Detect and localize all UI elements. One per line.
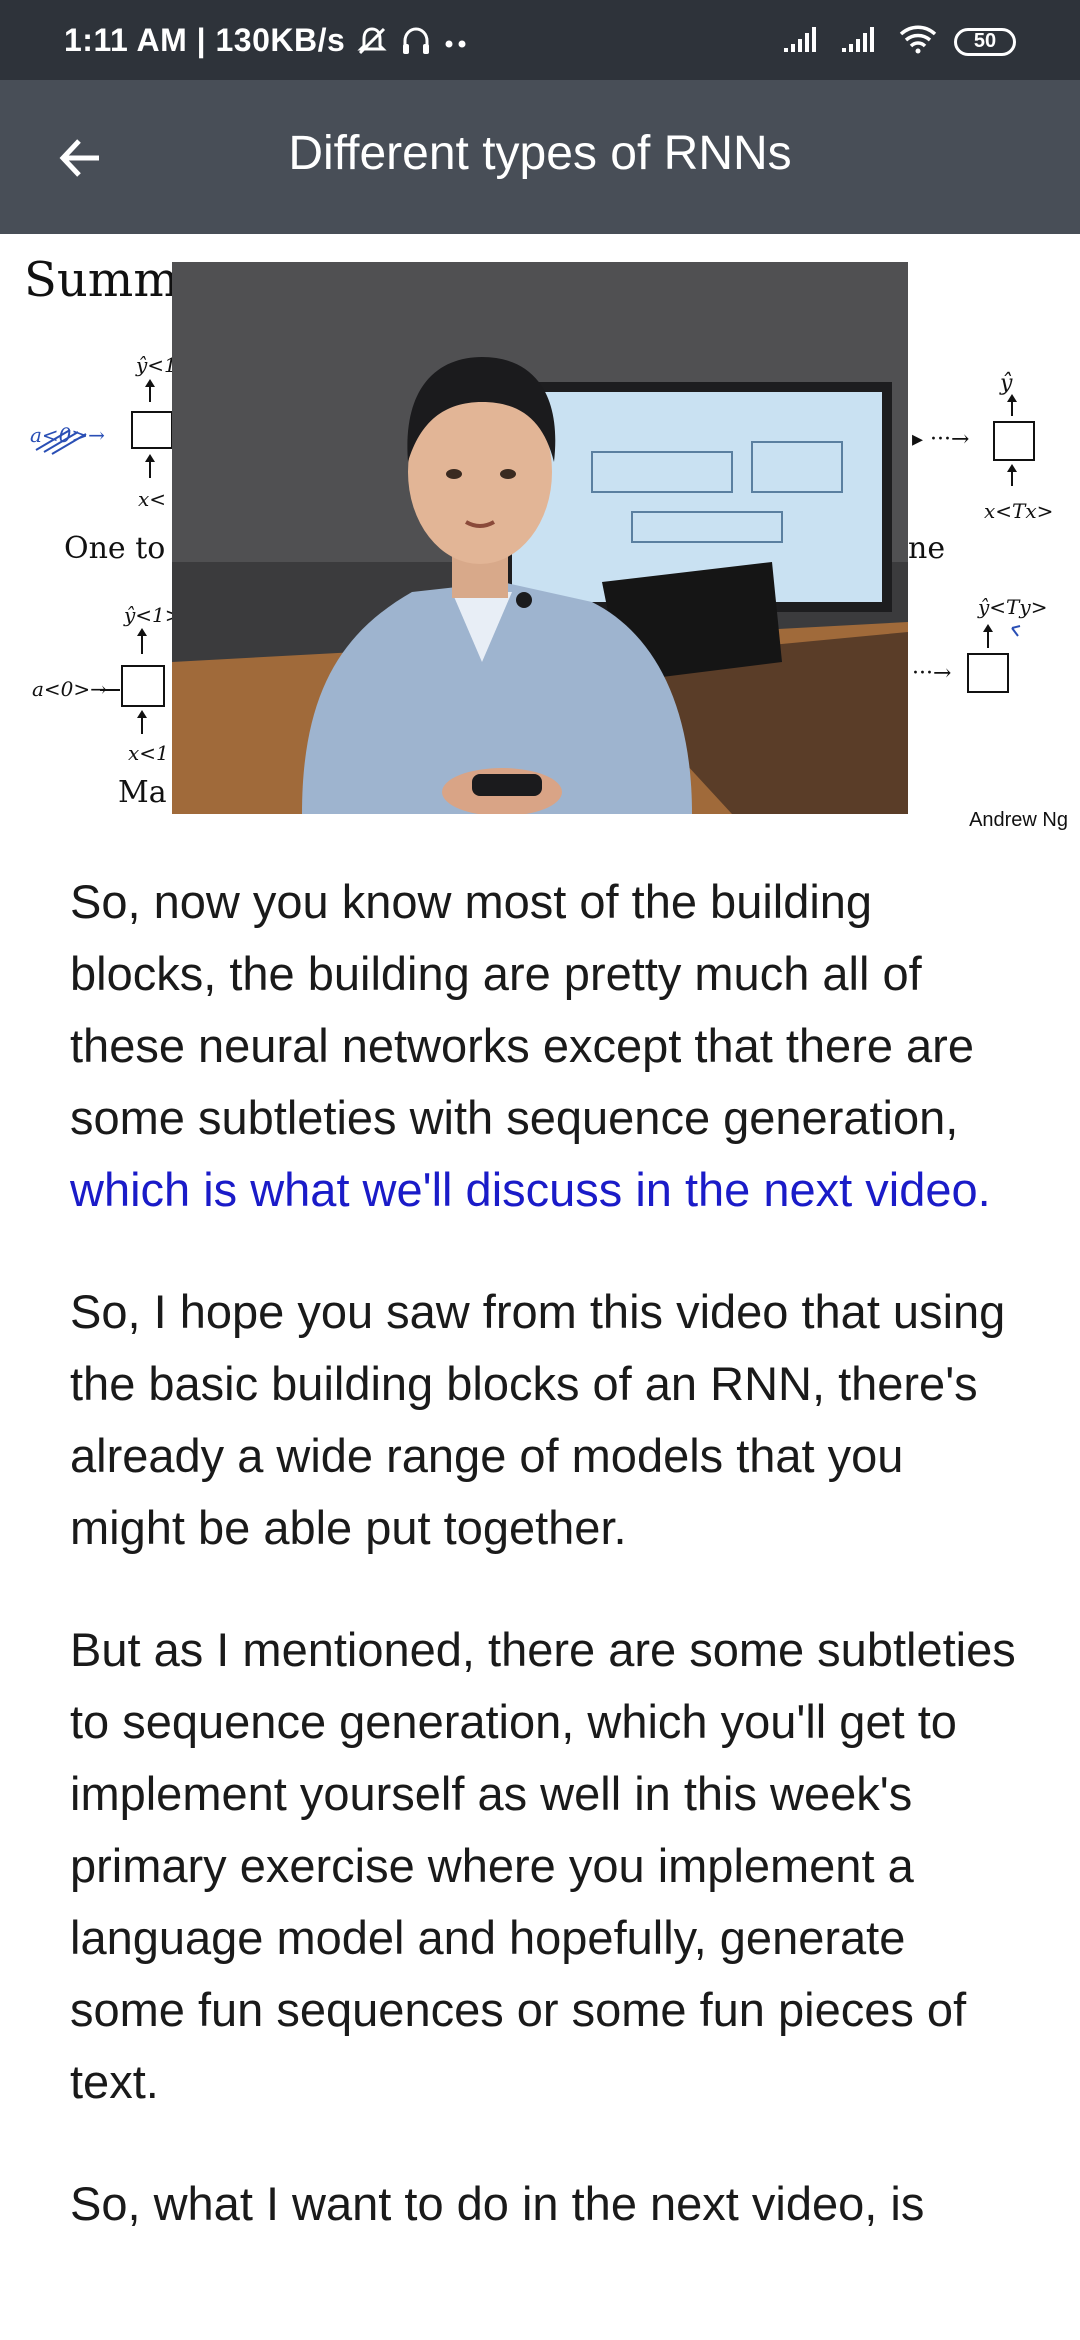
presenter-video[interactable] [172,262,908,814]
transcript-paragraph: But as I mentioned, there are some subtl… [70,1614,1030,2118]
svg-text:x<1: x<1 [128,741,169,765]
signal-icon [840,24,882,59]
svg-text:···→: ···→ [912,661,951,686]
transcript-text[interactable]: So, I hope you saw from this video that … [70,1285,1005,1554]
slide-diagram-right: ŷ ▸ ···→ x<Tx> ne ŷ<Ty> ···→ [908,371,1053,693]
svg-text:ŷ<1: ŷ<1 [135,353,177,377]
status-time-speed: 1:11 AM | 130KB/s [64,22,346,58]
svg-text:x<: x< [138,487,166,511]
transcript-text[interactable]: So, what I want to do in the next video,… [70,2177,924,2230]
transcript: So, now you know most of the building bl… [70,846,1030,2290]
transcript-paragraph: So, what I want to do in the next video,… [70,2168,1030,2240]
status-left: 1:11 AM | 130KB/s [64,22,469,59]
svg-text:a<0>→: a<0>→ [30,423,105,447]
slide-credit: Andrew Ng [969,809,1068,831]
svg-text:x<Tx>: x<Tx> [984,499,1053,523]
wifi-icon [898,24,938,59]
headset-icon [399,24,433,58]
svg-text:a<0>→: a<0>→ [32,677,107,701]
slide-label-one-to: One to [64,531,165,566]
transcript-text[interactable]: So, now you know most of the building bl… [70,875,974,1144]
app-bar: Different types of RNNs [0,80,1080,234]
page-title: Different types of RNNs [288,127,792,180]
slide-label-many: Ma [118,775,167,810]
transcript-current-text[interactable]: which is what we'll discuss in the next … [70,1163,991,1216]
video-player[interactable]: Summ ŷ<1 a<0>→ x< One to ŷ<1> a<0>→ x<1 … [0,234,1080,846]
status-right: 50 [782,24,1016,59]
alarm-off-icon [355,24,389,58]
battery-icon: 50 [954,27,1016,56]
status-bar: 1:11 AM | 130KB/s 50 [0,0,1080,80]
slide-label-one: ne [908,531,945,566]
svg-text:▸ ···→: ▸ ···→ [912,427,969,452]
slide-diagram-left: ŷ<1 a<0>→ x< One to ŷ<1> a<0>→ x<1 Ma [30,353,180,810]
battery-level: 50 [973,30,997,52]
more-dots-icon [443,26,469,56]
svg-text:ŷ<Ty>: ŷ<Ty> [977,595,1047,619]
transcript-paragraph: So, now you know most of the building bl… [70,866,1030,1226]
transcript-text[interactable]: But as I mentioned, there are some subtl… [70,1623,1016,2108]
signal-icon [782,24,824,59]
svg-text:ŷ: ŷ [999,371,1013,396]
presenter-video-image [172,262,908,814]
transcript-paragraph: So, I hope you saw from this video that … [70,1276,1030,1564]
